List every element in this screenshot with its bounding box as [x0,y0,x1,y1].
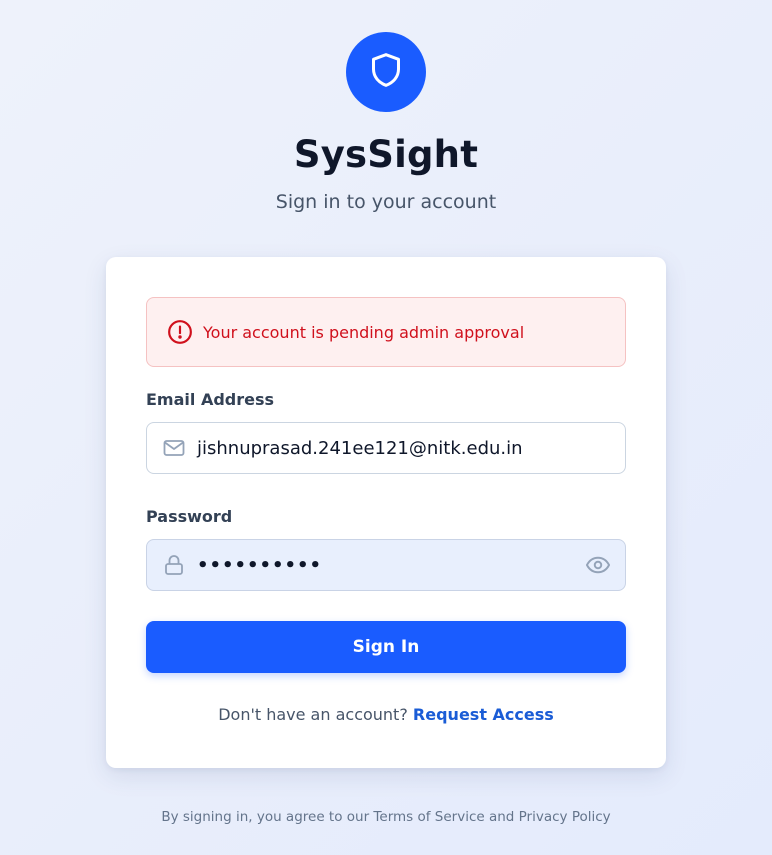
request-access-prompt: Don't have an account? [218,705,408,724]
app-subtitle: Sign in to your account [275,191,497,213]
password-label: Password [146,507,233,526]
request-access-link[interactable]: Request Access [413,705,554,724]
password-field[interactable]: •••••••••• [146,539,626,591]
alert-message: Your account is pending admin approval [203,322,525,342]
alert-circle-icon [167,319,193,345]
app-title: SysSight [293,133,479,176]
login-card: Your account is pending admin approval E… [106,257,666,768]
eye-icon[interactable] [585,552,611,578]
password-value: •••••••••• [197,554,323,576]
email-value: jishnuprasad.241ee121@nitk.edu.in [197,437,523,459]
email-label: Email Address [146,390,275,409]
error-alert: Your account is pending admin approval [146,297,626,367]
shield-icon [366,50,406,94]
email-field[interactable]: jishnuprasad.241ee121@nitk.edu.in [146,422,626,474]
request-access-row: Don't have an account? Request Access [106,705,666,724]
mail-icon [162,436,186,460]
sign-in-button[interactable]: Sign In [146,621,626,673]
footer-terms-text: By signing in, you agree to our Terms of… [161,809,611,825]
app-logo [346,32,426,112]
lock-icon [162,553,186,577]
